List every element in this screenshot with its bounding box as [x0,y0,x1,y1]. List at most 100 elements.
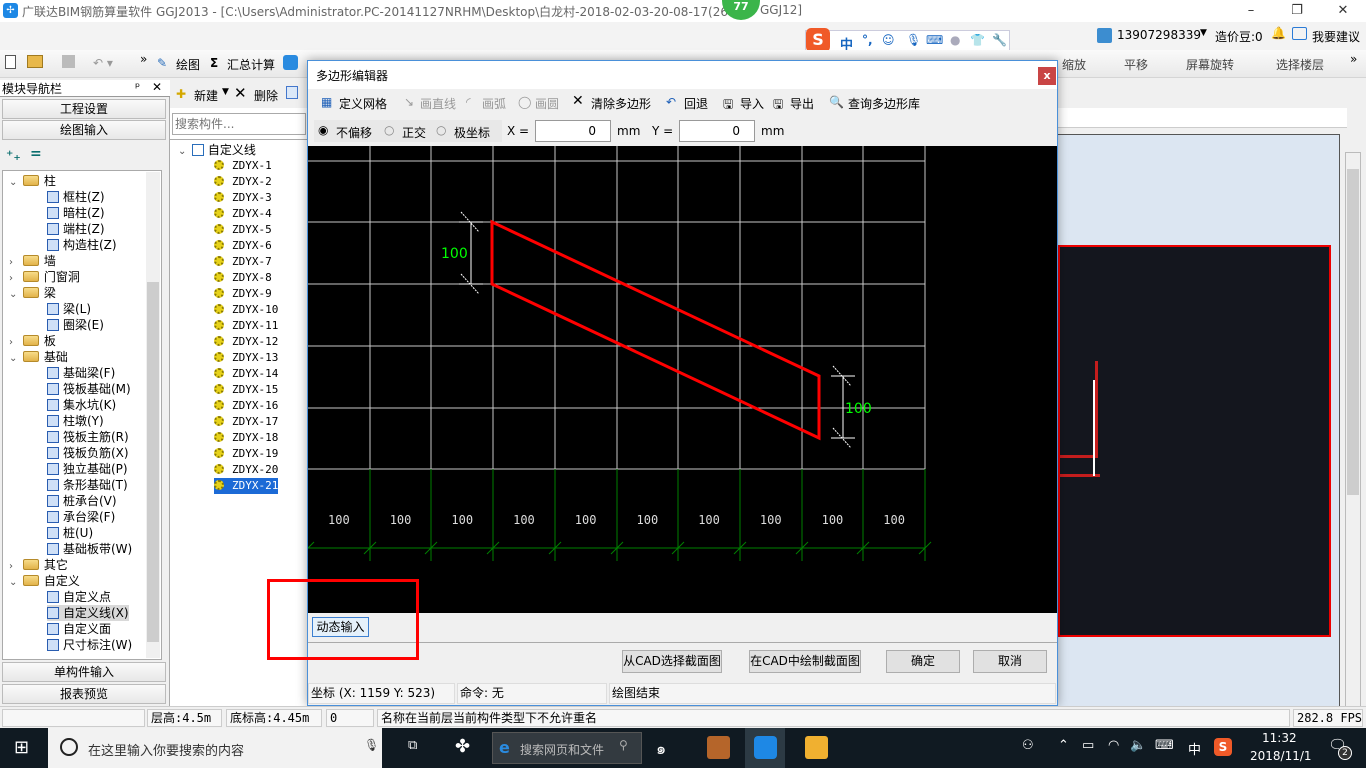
tree-item[interactable]: 构造柱(Z) [47,237,117,253]
component-item[interactable]: ZDYX-4 [214,206,272,222]
x-input[interactable]: 0 [535,120,611,142]
workspace-scrollbar[interactable] [1345,152,1361,712]
component-item[interactable]: ZDYX-6 [214,238,272,254]
maximize-button[interactable]: ❐ [1274,0,1320,22]
y-input[interactable]: 0 [679,120,755,142]
component-item[interactable]: ZDYX-15 [214,382,278,398]
volume-icon[interactable]: 🔈 [1130,738,1146,753]
component-search-input[interactable] [172,113,306,135]
tree-item[interactable]: 柱墩(Y) [47,413,104,429]
pan-button[interactable]: 平移 [1124,56,1148,73]
tree-item[interactable]: 框柱(Z) [47,189,105,205]
sogou-tray-icon[interactable]: S [1214,738,1232,756]
tree-item[interactable]: 基础板带(W) [47,541,132,557]
zoom-button[interactable]: 缩放 [1062,56,1086,73]
browser-search-placeholder[interactable]: 搜索网页和文件 [520,741,604,758]
bell-icon[interactable]: 🔔 [1271,26,1286,40]
export-button[interactable]: 导出 [790,95,814,112]
clock-time[interactable]: 11:32 [1262,731,1297,745]
component-item[interactable]: ZDYX-20 [214,462,278,478]
rotate-button[interactable]: 屏幕旋转 [1186,56,1234,73]
tree-folder[interactable]: ⌄ 梁 [9,285,56,301]
delete-component-button[interactable]: 删除 [254,87,278,104]
tree-item[interactable]: 筏板负筋(X) [47,445,129,461]
component-item[interactable]: ZDYX-9 [214,286,272,302]
user-icon[interactable]: ● [950,33,960,47]
tree-item[interactable]: 端柱(Z) [47,221,105,237]
collapse-icon[interactable]: ⌄ [9,175,19,191]
open-folder-icon[interactable] [27,55,43,68]
notes-app-icon[interactable] [805,736,828,759]
ime-punct[interactable]: °, [862,33,873,47]
component-item[interactable]: ZDYX-17 [214,414,278,430]
project-settings-button[interactable]: 工程设置 [2,99,166,119]
polygon-canvas[interactable]: 100 100 100 100 100 100 100 100 100 100 100 100 [308,146,1057,613]
single-input-button[interactable]: 单构件输入 [2,662,166,682]
tree-item[interactable]: 承台梁(F) [47,509,115,525]
user-dropdown-icon[interactable]: ▼ [1200,28,1207,38]
tree-item[interactable]: 圈梁(E) [47,317,104,333]
keyboard-icon[interactable]: ⌨ [926,33,943,47]
keyboard-icon[interactable]: ⌨ [1155,738,1174,753]
component-item[interactable]: ZDYX-5 [214,222,272,238]
task-view-icon[interactable]: ⧉ [408,738,417,753]
delete-icon[interactable]: ✕ [234,84,247,102]
tree-folder[interactable]: › 其它 [9,557,68,573]
microphone-icon[interactable]: 🎙 [906,33,921,47]
select-floor-button[interactable]: 选择楼层 [1276,56,1324,73]
component-item[interactable]: ZDYX-7 [214,254,272,270]
component-item[interactable]: ZDYX-18 [214,430,278,446]
component-item[interactable]: ZDYX-2 [214,174,272,190]
radio-orthogonal[interactable]: ○ [384,123,394,137]
people-icon[interactable]: ⚇ [1022,738,1034,753]
minimize-button[interactable]: – [1228,0,1274,22]
tree-item[interactable]: 独立基础(P) [47,461,128,477]
fan-app-icon[interactable]: ✤ [455,736,470,757]
component-item[interactable]: ZDYX-14 [214,366,278,382]
glodon-app-taskbar[interactable] [745,728,785,768]
workspace-scrollbar-thumb[interactable] [1347,169,1359,495]
collapse-all-icon[interactable]: = [30,146,42,162]
new-component-button[interactable]: 新建 [194,87,218,104]
report-preview-button[interactable]: 报表预览 [2,684,166,704]
component-item[interactable]: ZDYX-12 [214,334,278,350]
ok-button[interactable]: 确定 [886,650,960,673]
user-phone[interactable]: 13907298339 [1117,28,1201,42]
tree-item[interactable]: 桩(U) [47,525,93,541]
copy-icon[interactable] [286,86,298,99]
emoji-icon[interactable]: ☺ [882,33,895,47]
pdf-app-icon[interactable] [707,736,730,759]
tree-folder[interactable]: › 门窗洞 [9,269,80,285]
cloud-check-icon[interactable] [283,55,298,70]
taskbar-search[interactable]: 在这里输入你要搜索的内容 🎙 [48,728,382,768]
tree-item[interactable]: 梁(L) [47,301,91,317]
taskbar-search-placeholder[interactable]: 在这里输入你要搜索的内容 [88,740,244,759]
define-grid-button[interactable]: 定义网格 [339,95,387,112]
tree-item[interactable]: 基础梁(F) [47,365,115,381]
new-component-icon[interactable]: ✚ [176,87,186,101]
tree-item[interactable]: 集水坑(K) [47,397,116,413]
tree-item[interactable]: 筏板基础(M) [47,381,131,397]
nav-scrollbar-thumb[interactable] [147,282,159,642]
draw-button[interactable]: 绘图 [176,56,200,73]
browser-search-box[interactable]: e 搜索网页和文件 ⚲ [492,732,642,764]
tree-folder[interactable]: ⌄ 基础 [9,349,68,365]
sogou-logo[interactable]: S [806,28,830,52]
nav-scrollbar[interactable] [146,172,160,658]
drawing-input-button[interactable]: 绘图输入 [2,120,166,140]
close-button[interactable]: ✕ [1320,0,1366,22]
tree-folder[interactable]: ⌄ 自定义 [9,573,80,589]
radio-orthogonal-label[interactable]: 正交 [402,124,426,141]
component-item[interactable]: ZDYX-11 [214,318,278,334]
radio-polar[interactable]: ○ [436,123,446,137]
component-item[interactable]: ZDYX-8 [214,270,272,286]
radio-no-offset[interactable]: ◉ [318,123,328,137]
cortana-icon[interactable] [60,738,78,756]
pin-icon[interactable]: ᵖ [135,80,140,94]
tree-item[interactable]: 尺寸标注(W) [47,637,132,653]
tree-root[interactable]: ⌄ 自定义线 [178,142,256,158]
new-file-icon[interactable] [5,55,16,69]
toolbar-more-right[interactable]: » [1350,52,1357,66]
tree-item[interactable]: 条形基础(T) [47,477,128,493]
draw-line-button[interactable]: 画直线 [420,95,456,112]
